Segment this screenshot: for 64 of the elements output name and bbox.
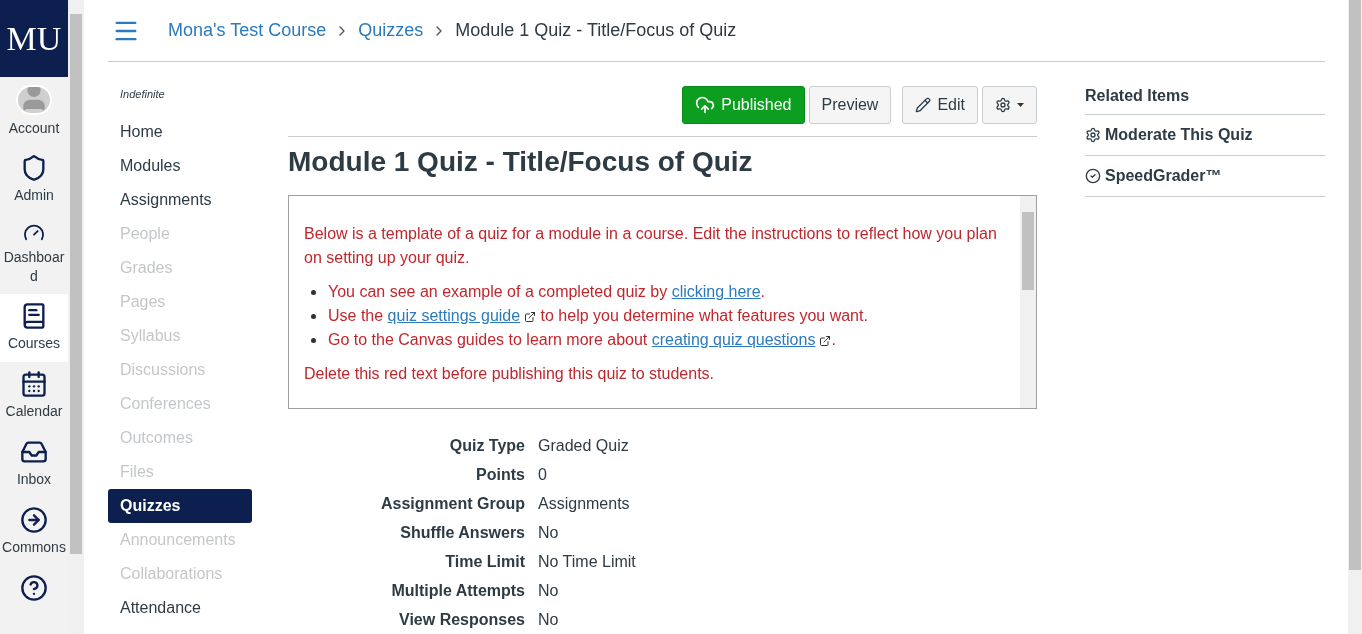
detail-value: No (538, 580, 559, 601)
detail-value: 0 (538, 464, 547, 485)
course-nav-item[interactable]: Quizzes (108, 488, 252, 523)
course-nav-item[interactable]: Attendance (108, 590, 252, 625)
term-label: Indefinite (119, 87, 166, 102)
scrollbar[interactable] (1020, 196, 1036, 408)
global-nav-item[interactable]: Calendar (0, 362, 68, 430)
check-circle-icon (1085, 168, 1101, 184)
course-nav-item[interactable]: Modules (108, 148, 252, 183)
bullet-icon (311, 313, 316, 319)
toolbar-button[interactable]: Edit (902, 86, 978, 124)
bullet-text: Use the quiz settings guide to help you determine what features you want. (328, 306, 868, 326)
detail-label: Assignment Group (380, 493, 526, 514)
footer-text: Delete this red text before publishing this quiz to students. (304, 364, 715, 384)
global-nav-item[interactable]: Inbox (0, 430, 68, 498)
bullet-text: Go to the Canvas guides to learn more about creating quiz questions . (328, 330, 836, 350)
scrollbar[interactable] (68, 0, 84, 634)
external-link-icon (524, 310, 537, 323)
related-item[interactable]: SpeedGrader™ (1085, 156, 1325, 197)
breadcrumb[interactable]: Quizzes (358, 17, 424, 44)
bullet-icon (311, 289, 316, 295)
related-title: Related Items (1085, 84, 1325, 115)
scrollbar[interactable] (1348, 0, 1362, 634)
toolbar-button[interactable]: Published (682, 86, 805, 124)
bullet-text: You can see an example of a completed quiz by clicking here. (328, 282, 766, 302)
pencil-icon (915, 97, 932, 113)
global-nav-item[interactable]: Admin (0, 146, 68, 215)
course-nav-item[interactable]: Home (108, 114, 252, 149)
detail-label: Shuffle Answers (399, 522, 526, 543)
detail-label: Quiz Type (448, 435, 526, 456)
course-nav-item[interactable]: Assignments (108, 182, 252, 217)
breadcrumb: Module 1 Quiz - Title/Focus of Quiz (455, 19, 737, 42)
settings-icon (1085, 127, 1101, 143)
bullet-icon (311, 337, 316, 343)
avatar-icon (16, 84, 52, 116)
calendar-icon (20, 370, 48, 398)
settings-icon (995, 97, 1011, 113)
detail-value: No Time Limit (538, 551, 636, 572)
link[interactable]: clicking here (671, 283, 761, 300)
settings-menu-button[interactable] (982, 86, 1037, 124)
quiz-title: Module 1 Quiz - Title/Focus of Quiz (288, 145, 754, 179)
detail-value: Graded Quiz (538, 435, 629, 456)
global-nav-item[interactable]: Courses (0, 294, 68, 362)
help-icon (20, 574, 48, 602)
intro-text: Below is a template of a quiz for a module in a course. Edit the instructions to reflect how you plan on setting up your quiz. (304, 224, 998, 268)
global-nav-item[interactable]: Commons (0, 498, 68, 566)
detail-value: No (538, 522, 559, 543)
detail-value: Assignments (538, 493, 630, 514)
detail-label: Multiple Attempts (390, 580, 526, 601)
link[interactable]: quiz settings guide (387, 307, 521, 324)
detail-value: No (538, 609, 559, 630)
detail-label: Points (475, 464, 526, 485)
link[interactable]: creating quiz questions (651, 331, 816, 348)
logo[interactable]: MU (0, 0, 68, 77)
global-nav-item[interactable]: Account (0, 76, 68, 147)
related-item[interactable]: Moderate This Quiz (1085, 115, 1325, 156)
external-link-icon (819, 334, 832, 347)
breadcrumb[interactable]: Mona's Test Course (168, 17, 327, 44)
detail-label: Time Limit (444, 551, 526, 572)
caret-icon (1017, 103, 1024, 107)
detail-label: View Responses (398, 609, 526, 630)
cloud-upload-icon (695, 95, 716, 115)
global-nav-item[interactable]: Dashboard (0, 214, 68, 294)
toolbar-button[interactable]: Preview (808, 86, 892, 124)
